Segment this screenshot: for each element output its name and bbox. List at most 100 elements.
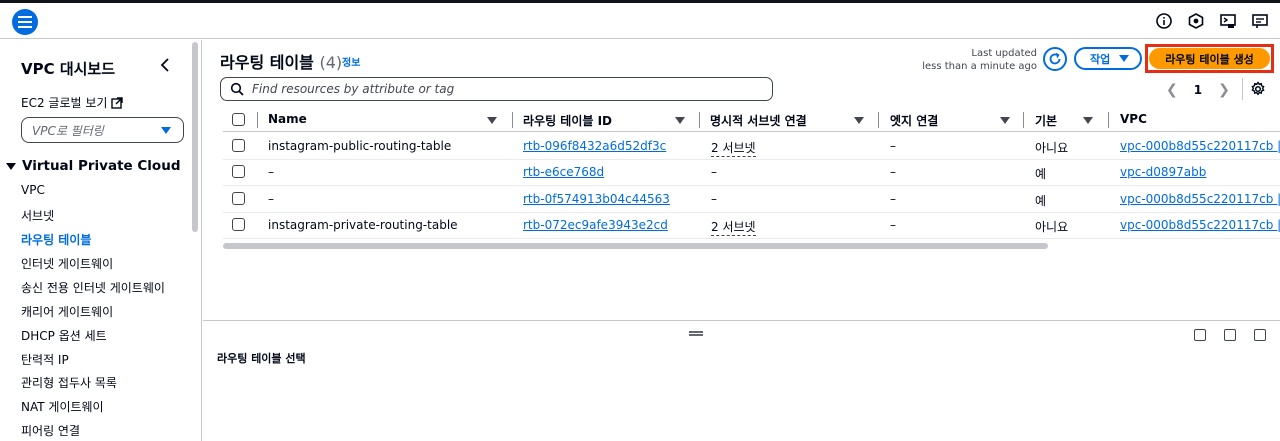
gear-icon[interactable] [1250,81,1266,97]
sidebar-section-vpc[interactable]: Virtual Private Cloud [6,158,180,174]
page-title-text: 라우팅 테이블 [220,53,314,72]
create-route-table-button[interactable]: 라우팅 테이블 생성 [1149,48,1270,69]
current-page[interactable]: 1 [1194,83,1202,97]
select-all-checkbox[interactable] [232,113,245,126]
hamburger-icon [18,16,32,28]
cell-subnets: – [711,192,717,206]
cell-vpc[interactable]: vpc-000b8d55c220117cb | [1120,218,1280,232]
cell-vpc[interactable]: vpc-000b8d55c220117cb | [1120,192,1280,206]
sidebar-item-nat-gateways[interactable]: NAT 게이트웨이 [21,398,104,415]
info-link[interactable]: 정보 [342,54,360,69]
sidebar-item-prefix-lists[interactable]: 관리형 접두사 목록 [21,374,117,391]
cell-route-table-id[interactable]: rtb-072ec9afe3943e2cd [523,218,668,232]
column-divider [1023,112,1024,128]
sidebar-item-carrier-gateways[interactable]: 캐리어 게이트웨이 [21,303,113,320]
cell-subnets[interactable]: 2 서브넷 [711,218,756,236]
sidebar-item-subnets[interactable]: 서브넷 [21,207,54,224]
caret-down-icon [161,127,171,134]
sort-icon[interactable] [675,117,685,124]
sidebar-scrollbar[interactable] [192,42,198,232]
feedback-icon[interactable] [1251,12,1269,30]
cell-route-table-id[interactable]: rtb-096f8432a6d52df3c [523,139,666,153]
cell-name: instagram-private-routing-table [268,218,458,232]
sidebar-item-elastic-ip[interactable]: 탄력적 IP [21,351,69,368]
cell-route-table-id[interactable]: rtb-e6ce768d [523,165,604,179]
sidebar-item-dhcp-options[interactable]: DHCP 옵션 세트 [21,327,107,344]
page-title: 라우팅 테이블 (4) [220,49,342,73]
refresh-button[interactable] [1043,47,1067,71]
column-divider [257,112,258,128]
table-header: Name 라우팅 테이블 ID 명시적 서브넷 연결 엣지 연결 기본 VPC [223,108,1280,132]
top-navigation-bar [0,3,1280,39]
cell-edge: – [890,192,896,206]
cell-edge: – [890,165,896,179]
cell-vpc[interactable]: vpc-d0897abb [1120,165,1206,179]
sidebar-title[interactable]: VPC 대시보드 [21,58,115,79]
pagination: ❮ 1 ❯ [1166,82,1230,98]
caret-down-icon [1119,55,1130,62]
split-hide-icon[interactable] [1254,329,1266,341]
row-checkbox[interactable] [232,139,245,152]
sidebar-item-peering[interactable]: 피어링 연결 [21,422,80,439]
search-placeholder: Find resources by attribute or tag [252,82,455,96]
create-highlight-box: 라우팅 테이블 생성 [1145,44,1274,73]
cell-subnets[interactable]: 2 서브넷 [711,139,756,157]
vpc-filter-select[interactable]: VPC로 필터링 [21,117,184,143]
cell-edge: – [890,218,896,232]
sort-icon[interactable] [487,117,497,124]
next-page-icon[interactable]: ❯ [1218,82,1230,98]
cell-vpc[interactable]: vpc-000b8d55c220117cb | [1120,139,1280,153]
row-checkbox[interactable] [232,165,245,178]
resize-handle-icon[interactable] [689,331,703,336]
column-header-name[interactable]: Name [268,112,307,126]
sidebar-ec2-global-view[interactable]: EC2 글로벌 보기 [21,94,124,111]
last-updated: Last updated less than a minute ago [922,47,1037,73]
sidebar-item-egress-only-igw[interactable]: 송신 전용 인터넷 게이트웨이 [21,279,165,296]
ec2-global-view-label: EC2 글로벌 보기 [21,96,108,110]
table-row[interactable]: instagram-private-routing-table rtb-072e… [223,212,1280,239]
actions-label: 작업 [1090,52,1111,66]
sidebar-section-label: Virtual Private Cloud [22,158,181,174]
cell-edge: – [890,139,896,153]
sort-icon[interactable] [854,117,864,124]
column-header-id[interactable]: 라우팅 테이블 ID [523,112,612,129]
sidebar-item-route-tables[interactable]: 라우팅 테이블 [21,231,91,248]
column-header-vpc[interactable]: VPC [1120,112,1147,126]
hamburger-menu-button[interactable] [12,9,38,35]
actions-dropdown-button[interactable]: 작업 [1074,47,1142,70]
sort-icon[interactable] [1000,117,1010,124]
prev-page-icon[interactable]: ❮ [1166,82,1178,98]
external-link-icon [111,96,124,109]
divider [1242,78,1243,100]
last-updated-label: Last updated [971,48,1037,59]
cell-main: 예 [1035,194,1047,208]
vpc-filter-placeholder: VPC로 필터링 [32,124,104,138]
horizontal-scrollbar[interactable] [223,243,1048,249]
column-header-main[interactable]: 기본 [1035,112,1057,129]
sidebar-item-vpc[interactable]: VPC [21,183,45,197]
cloudshell-icon[interactable] [1219,12,1237,30]
table-row[interactable]: – rtb-e6ce768d – – 예 vpc-d0897abb [223,159,1280,186]
row-checkbox[interactable] [232,218,245,231]
column-divider [878,112,879,128]
split-bottom-icon[interactable] [1194,329,1206,341]
side-navigation: VPC 대시보드 EC2 글로벌 보기 VPC로 필터링 Virtual Pri… [0,40,202,441]
split-side-icon[interactable] [1224,329,1236,341]
cell-name: – [268,165,274,179]
column-divider [1108,112,1109,128]
table-row[interactable]: – rtb-0f574913b04c44563 – – 예 vpc-000b8d… [223,186,1280,213]
sidebar-item-internet-gateways[interactable]: 인터넷 게이트웨이 [21,255,113,272]
search-input[interactable]: Find resources by attribute or tag [220,77,773,101]
column-divider [512,112,513,128]
column-header-edge[interactable]: 엣지 연결 [890,112,938,129]
notification-icon[interactable] [1187,12,1205,30]
table-row[interactable]: instagram-public-routing-table rtb-096f8… [223,133,1280,160]
resource-count: (4) [319,53,343,72]
collapse-sidebar-icon[interactable] [158,56,172,74]
cell-route-table-id[interactable]: rtb-0f574913b04c44563 [523,192,670,206]
sort-icon[interactable] [1083,117,1093,124]
info-icon[interactable] [1155,12,1173,30]
column-header-subnets[interactable]: 명시적 서브넷 연결 [710,112,807,129]
details-split-panel: 라우팅 테이블 선택 [203,320,1280,441]
row-checkbox[interactable] [232,192,245,205]
